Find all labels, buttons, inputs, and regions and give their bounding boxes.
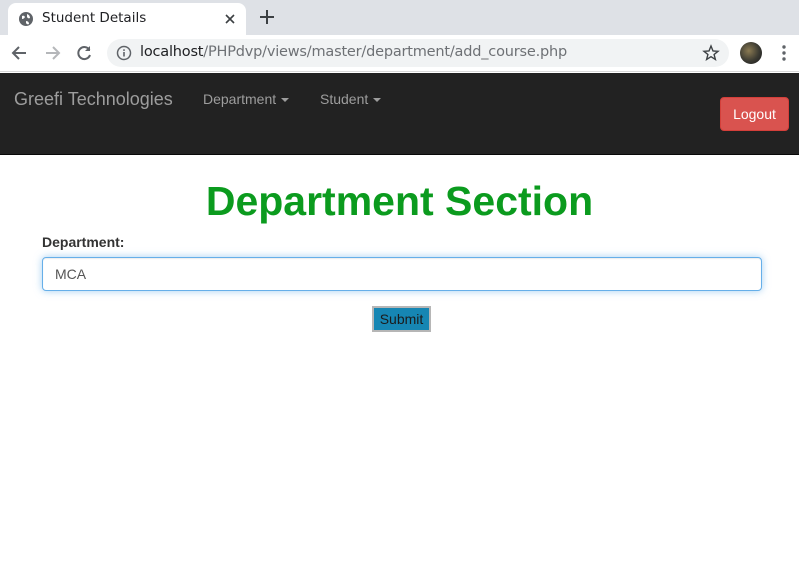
nav-dropdown-department[interactable]: Department [203,91,290,107]
close-icon[interactable] [222,11,238,27]
caret-down-icon [281,98,290,103]
url-text: localhost/PHPdvp/views/master/department… [140,44,567,60]
url-path: /PHPdvp/views/master/department/add_cour… [203,44,567,60]
browser-tab[interactable]: Student Details [8,3,246,35]
kebab-menu-icon[interactable] [779,43,789,63]
url-host: localhost [140,44,204,60]
site-navbar: Greefi Technologies Department Student L… [0,73,799,155]
reload-icon[interactable] [74,43,94,63]
browser-tabstrip: Student Details [0,0,799,35]
nav-item-label: Department [203,91,277,107]
info-icon[interactable] [116,45,132,61]
browser-toolbar: localhost/PHPdvp/views/master/department… [0,35,799,72]
forward-arrow-icon[interactable] [42,43,62,63]
nav-item-label: Student [320,91,369,107]
address-bar[interactable]: localhost/PHPdvp/views/master/department… [107,39,729,67]
nav-dropdown-student[interactable]: Student [320,91,382,107]
back-arrow-icon[interactable] [10,43,30,63]
department-input[interactable] [42,257,762,291]
tab-title: Student Details [42,10,147,26]
profile-avatar[interactable] [740,42,762,64]
star-icon[interactable] [702,44,720,62]
globe-icon [19,12,33,26]
logout-button[interactable]: Logout [720,97,789,131]
department-label: Department: [42,234,125,250]
caret-down-icon [373,98,382,103]
brand-link[interactable]: Greefi Technologies [14,89,173,110]
plus-icon[interactable] [258,8,276,26]
submit-button[interactable]: Submit [372,306,431,332]
page-title: Department Section [205,178,594,224]
